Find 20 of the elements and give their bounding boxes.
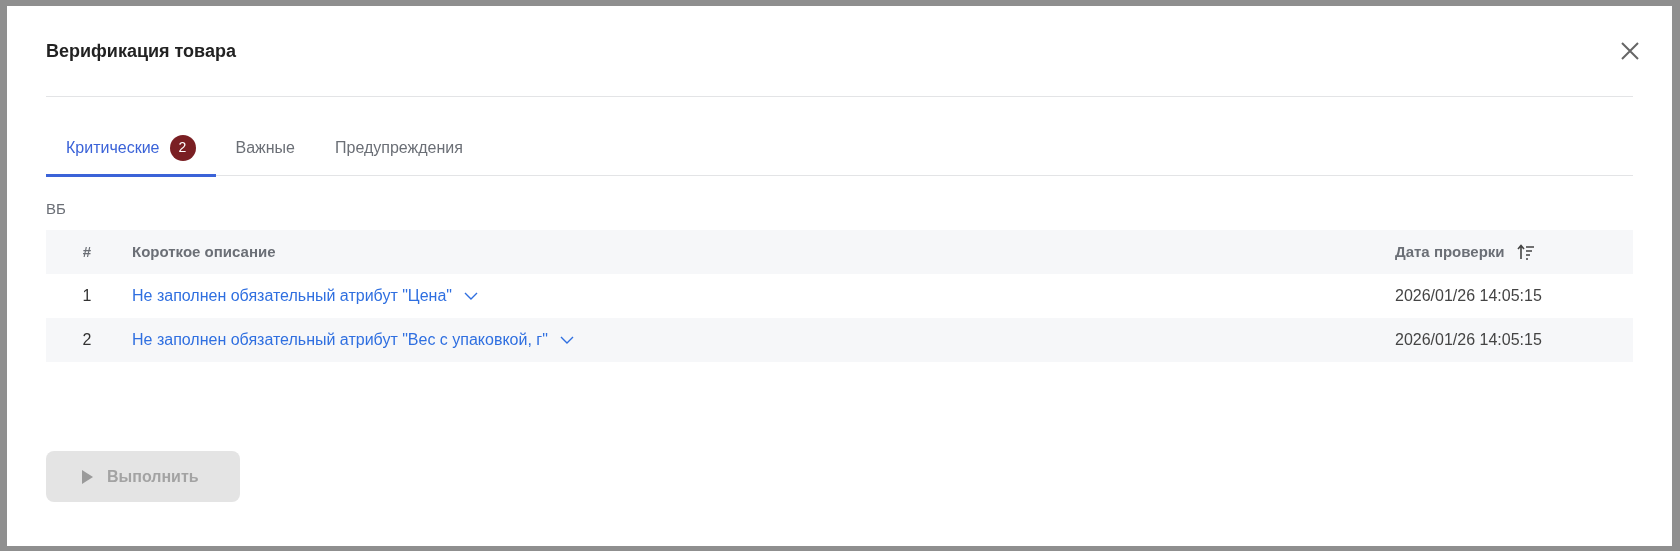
chevron-icon[interactable] [464,292,478,300]
tab[interactable]: Предупреждения [315,121,483,177]
check-date: 2026/01/26 14:05:15 [1395,330,1543,350]
dialog-title: Верификация товара [46,39,236,63]
sort-icon[interactable] [1516,244,1535,260]
issue-link[interactable]: Не заполнен обязательный атрибут "Вес с упаковкой, г" [132,328,574,352]
tab[interactable]: Важные [215,121,315,177]
column-header: Короткое описание [132,242,276,260]
check-date: 2026/01/26 14:05:15 [1395,286,1543,306]
count-badge: 2 [169,134,196,161]
play-icon [82,469,93,484]
tab[interactable]: Критические 2 [46,121,216,177]
row-number: 1 [81,286,93,306]
close-icon [1621,42,1639,60]
chevron-icon[interactable] [559,336,574,344]
column-header: # [82,242,92,260]
issue-link[interactable]: Не заполнен обязательный атрибут "Цена" [132,284,478,308]
section-label: ВБ [46,199,67,218]
row-number: 2 [81,330,93,350]
column-header[interactable]: Дата проверки [1395,240,1505,264]
